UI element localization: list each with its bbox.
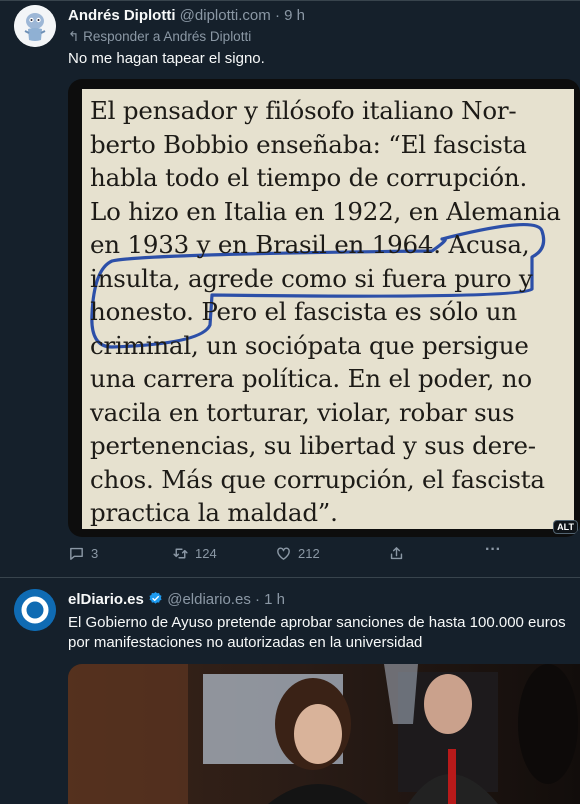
clipping-text-line: en 1933 y en Brasil en 1964. Acusa, xyxy=(90,230,530,259)
clipping-text-line: insulta, agrede como si fuera puro y xyxy=(90,263,533,293)
top-divider xyxy=(0,0,580,1)
reply-arrow-icon: ↰ xyxy=(68,29,80,44)
avatar[interactable] xyxy=(14,589,56,631)
tweet-text: El Gobierno de Ayuso pretende aprobar sa… xyxy=(68,614,566,651)
clipping-text-line: pertenencias, su libertad y sus dere- xyxy=(90,431,536,460)
author-handle[interactable]: @diplotti.com xyxy=(180,7,271,24)
author-handle[interactable]: @eldiario.es xyxy=(167,591,251,608)
more-button[interactable]: ··· xyxy=(485,541,501,559)
reply-context: ↰ Responder a Andrés Diplotti xyxy=(68,29,251,45)
eldiario-logo-icon xyxy=(14,589,56,631)
reply-to-user[interactable]: Andrés Diplotti xyxy=(163,29,251,44)
tweet-image[interactable]: El pensador y filósofo italiano Nor-bert… xyxy=(68,79,580,537)
like-button[interactable]: 212 xyxy=(275,545,320,562)
header-separator: · xyxy=(255,591,260,608)
tweet-image[interactable] xyxy=(68,664,580,804)
reply-button[interactable]: 3 xyxy=(68,545,98,562)
news-photo xyxy=(68,664,580,804)
tweet-divider xyxy=(0,577,580,578)
share-button[interactable] xyxy=(388,545,405,562)
clipping-text-line: criminal, un sociópata que persigue xyxy=(90,330,529,360)
reply-prefix: Responder a xyxy=(83,29,161,44)
header-separator: · xyxy=(274,7,280,24)
tweet-header: Andrés Diplotti @diplotti.com · 9 h xyxy=(68,7,305,24)
verified-badge-icon xyxy=(149,591,162,604)
tweet-time[interactable]: 1 h xyxy=(264,591,285,608)
tweet-text: No me hagan tapear el signo. xyxy=(68,50,265,67)
clipping-text-line: vacila en torturar, violar, robar sus xyxy=(90,397,515,427)
clipping-text-line: Lo hizo en Italia en 1922, en Alemania xyxy=(90,196,561,226)
comment-icon xyxy=(70,547,83,560)
avatar[interactable] xyxy=(14,5,56,47)
tweet-time[interactable]: 9 h xyxy=(284,7,305,24)
clipping-text-line: practica la maldad”. xyxy=(90,498,338,527)
author-name[interactable]: elDiario.es xyxy=(68,591,144,608)
like-count: 212 xyxy=(298,546,320,561)
clipping-text-line: chos. Más que corrupción, el fascista xyxy=(90,464,545,494)
reply-count: 3 xyxy=(91,546,99,561)
author-name[interactable]: Andrés Diplotti xyxy=(68,7,176,24)
repost-count: 124 xyxy=(195,546,217,561)
clipping-text-line: honesto. Pero el fascista es sólo un xyxy=(90,297,517,326)
repost-button[interactable]: 124 xyxy=(172,545,217,562)
tweet-header: elDiario.es @eldiario.es · 1 h xyxy=(68,591,285,608)
clipping-text-line: berto Bobbio enseñaba: “El fascista xyxy=(90,129,527,159)
tweet-actions: 3 124 212 ··· xyxy=(68,541,518,565)
more-icon: ··· xyxy=(485,541,501,558)
clipping-text-line: habla todo el tiempo de corrupción. xyxy=(90,163,528,192)
share-icon xyxy=(390,547,403,560)
clipping-text-line: una carrera política. En el poder, no xyxy=(90,364,532,393)
heart-icon xyxy=(277,547,290,560)
clipping-text-line: El pensador y filósofo italiano Nor- xyxy=(90,96,517,125)
repost-icon xyxy=(173,548,188,559)
avatar-cartoon-icon xyxy=(14,5,56,47)
newspaper-clipping: El pensador y filósofo italiano Nor-bert… xyxy=(82,89,574,529)
alt-badge[interactable]: ALT xyxy=(553,520,578,534)
